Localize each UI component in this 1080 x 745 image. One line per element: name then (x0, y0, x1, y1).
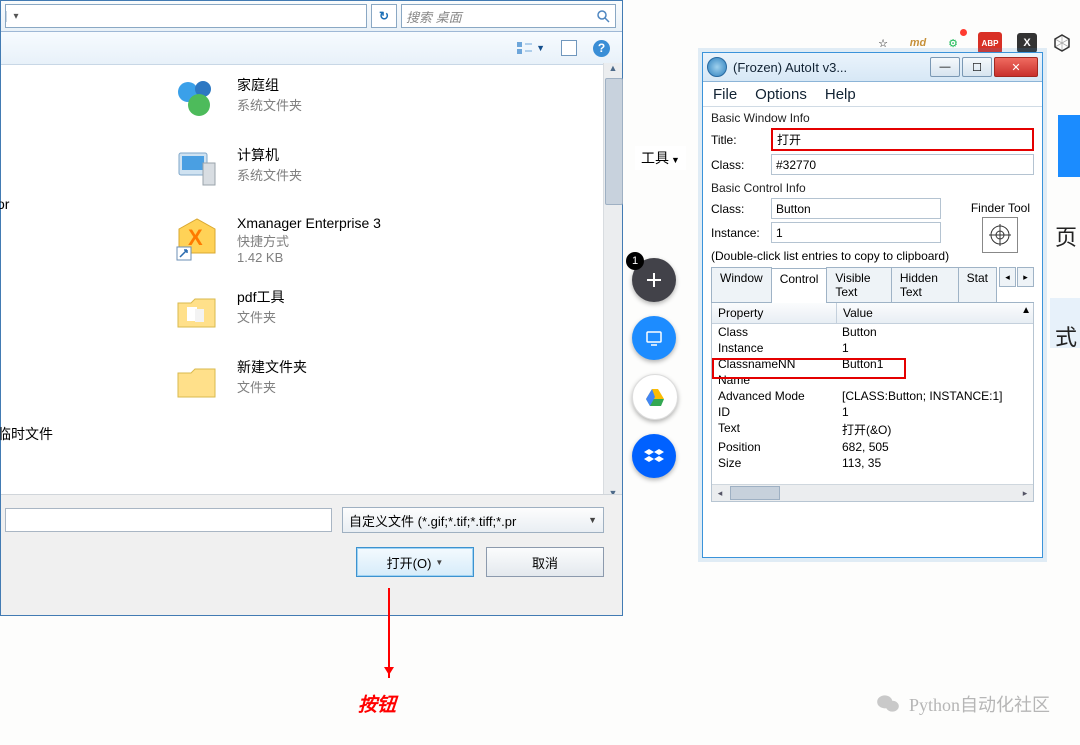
list-item[interactable]: 新建文件夹文件夹 (171, 357, 622, 405)
dialog-footer: 自定义文件 (*.gif;*.tif;*.tiff;*.pr▼ 打开(O)▼ 取… (1, 494, 622, 615)
autoit-window: (Frozen) AutoIt v3... — ☐ ✕ File Options… (702, 52, 1043, 558)
window-title: (Frozen) AutoIt v3... (733, 60, 924, 75)
computer-icon (171, 145, 223, 193)
view-mode-selector[interactable]: ▼ (516, 41, 545, 55)
partial-text: 页 (1055, 220, 1077, 252)
tab-scroll-left[interactable]: ◂ (999, 267, 1016, 287)
file-open-dialog: ▾ ↻ 搜索 桌面 ▼ ? or 临时文件 家庭组系统文件夹 计算机系统文件夹 … (0, 0, 623, 616)
preview-pane-toggle[interactable] (561, 40, 577, 56)
annotation-arrow (388, 588, 390, 678)
breadcrumb[interactable]: ▾ (5, 4, 367, 28)
property-row[interactable]: Position682, 505 (712, 439, 1033, 455)
wechat-icon (875, 691, 901, 717)
ext-icon[interactable]: md (908, 33, 928, 53)
search-placeholder: 搜索 桌面 (406, 7, 462, 26)
tab-scroll-right[interactable]: ▸ (1017, 267, 1034, 287)
tab-window[interactable]: Window (711, 267, 772, 302)
drive-fab[interactable] (632, 374, 678, 420)
tabstrip: Window Control Visible Text Hidden Text … (711, 267, 1034, 303)
open-button[interactable]: 打开(O)▼ (356, 547, 474, 577)
star-icon[interactable]: ☆ (873, 33, 893, 53)
property-row[interactable]: Name (712, 372, 1033, 388)
abp-icon[interactable]: ABP (978, 32, 1002, 54)
tab-visible-text[interactable]: Visible Text (826, 267, 892, 302)
folder-icon (171, 357, 223, 405)
file-list: 家庭组系统文件夹 计算机系统文件夹 X Xmanager Enterprise … (1, 65, 622, 427)
titlebar[interactable]: (Frozen) AutoIt v3... — ☐ ✕ (703, 53, 1042, 82)
filename-input[interactable] (5, 508, 332, 532)
finder-tool-target[interactable] (982, 217, 1018, 253)
scrollbar[interactable]: ▲ ▼ (603, 63, 622, 503)
scrollbar-thumb[interactable] (605, 78, 623, 205)
homegroup-icon (171, 75, 223, 123)
control-instance-field[interactable]: 1 (771, 222, 941, 243)
cancel-button[interactable]: 取消 (486, 547, 604, 577)
svg-text:X: X (188, 225, 203, 250)
basic-window-info: Basic Window Info Title:打开 Class:#32770 (711, 111, 1034, 175)
basic-control-info: Basic Control Info Class:Button Instance… (711, 181, 941, 243)
property-row[interactable]: ClassButton (712, 324, 1033, 340)
maximize-button[interactable]: ☐ (962, 57, 992, 77)
folder-icon (171, 287, 223, 335)
search-input[interactable]: 搜索 桌面 (401, 4, 616, 28)
tab-more[interactable]: Stat (958, 267, 997, 302)
list-item[interactable]: pdf工具文件夹 (171, 287, 622, 335)
cube-icon[interactable] (1052, 33, 1072, 53)
help-button[interactable]: ? (593, 40, 610, 57)
scroll-up-icon[interactable]: ▲ (1021, 305, 1031, 316)
property-row[interactable]: Text打开(&O) (712, 420, 1033, 439)
list-item[interactable]: X Xmanager Enterprise 3快捷方式1.42 KB (171, 215, 622, 265)
properties-list: ▲ PropertyValue ClassButtonInstance1Clas… (711, 303, 1034, 502)
property-row[interactable]: ID1 (712, 404, 1033, 420)
ext-icon[interactable]: X (1017, 33, 1037, 53)
refresh-button[interactable]: ↻ (371, 4, 397, 28)
property-row[interactable]: Size113, 35 (712, 455, 1033, 471)
window-title-field[interactable]: 打开 (771, 128, 1034, 151)
menu-file[interactable]: File (713, 86, 737, 103)
minimize-button[interactable]: — (930, 57, 960, 77)
toolbar-label[interactable]: 工具▼ (635, 146, 686, 170)
dropbox-fab[interactable] (632, 434, 676, 478)
finder-tool: Finder Tool (971, 201, 1030, 253)
breadcrumb-dropdown-icon[interactable]: ▾ (6, 11, 25, 22)
property-row[interactable]: Instance1 (712, 340, 1033, 356)
filetype-select[interactable]: 自定义文件 (*.gif;*.tif;*.tiff;*.pr▼ (342, 507, 604, 533)
property-row[interactable]: Advanced Mode[CLASS:Button; INSTANCE:1] (712, 388, 1033, 404)
watermark: Python自动化社区 (875, 691, 1050, 717)
tab-hidden-text[interactable]: Hidden Text (891, 267, 959, 302)
partial-text: 式 (1055, 320, 1077, 352)
ext-icon[interactable]: ⚙ (943, 33, 963, 53)
menubar: File Options Help (703, 82, 1042, 107)
menu-help[interactable]: Help (825, 86, 856, 103)
dialog-toolbar: ▼ ? (1, 32, 622, 65)
fab-stack: 1 (632, 258, 678, 478)
browser-extensions: ☆ md ⚙ ABP X (873, 32, 1080, 54)
window-class-field[interactable]: #32770 (771, 154, 1034, 175)
scroll-up-icon[interactable]: ▲ (605, 63, 621, 78)
menu-options[interactable]: Options (755, 86, 807, 103)
sidebar-item-label[interactable]: 临时文件 (0, 424, 53, 444)
close-button[interactable]: ✕ (994, 57, 1038, 77)
property-row[interactable]: ClassnameNNButton1 (712, 356, 1033, 372)
col-property[interactable]: Property (712, 303, 837, 323)
chevron-down-icon: ▼ (588, 515, 597, 525)
dialog-address-bar: ▾ ↻ 搜索 桌面 (1, 1, 622, 32)
search-icon (596, 9, 611, 24)
shortcut-icon: X (171, 215, 223, 263)
badge: 1 (626, 252, 644, 270)
list-item[interactable]: 计算机系统文件夹 (171, 145, 622, 193)
chevron-down-icon: ▼ (435, 558, 443, 567)
tab-control[interactable]: Control (771, 268, 828, 303)
h-scrollbar[interactable]: ◂▸ (712, 484, 1033, 501)
partial-button (1058, 115, 1080, 177)
add-fab[interactable]: 1 (632, 258, 676, 302)
app-icon (707, 57, 727, 77)
desktop-fab[interactable] (632, 316, 676, 360)
control-class-field[interactable]: Button (771, 198, 941, 219)
annotation-label: 按钮 (358, 690, 396, 717)
list-item[interactable]: 家庭组系统文件夹 (171, 75, 622, 123)
col-value[interactable]: Value (837, 303, 1033, 323)
